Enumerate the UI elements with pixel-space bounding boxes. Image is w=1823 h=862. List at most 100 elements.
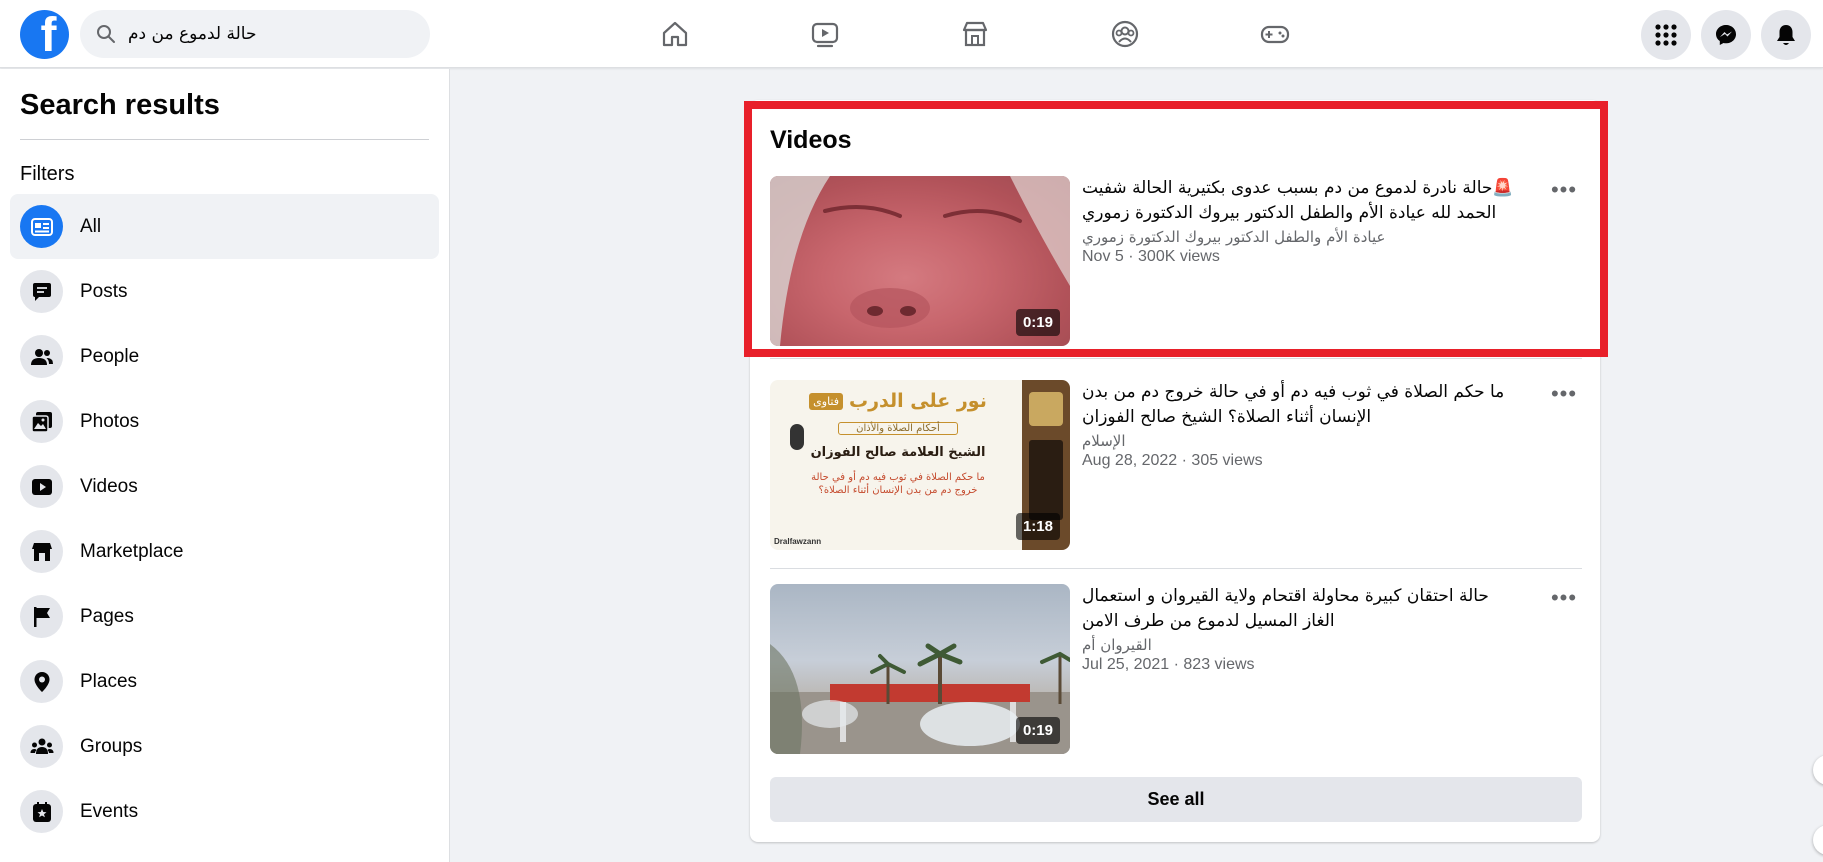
video-info: حالة احتقان كبيرة محاولة اقتحام ولاية ال… — [1082, 584, 1542, 674]
video-thumbnail[interactable]: 0:19 — [770, 584, 1070, 754]
search-icon — [97, 25, 115, 43]
video-title-line[interactable]: ما حكم الصلاة في ثوب فيه دم أو في حالة خ… — [1082, 380, 1542, 405]
filters-heading: Filters — [20, 163, 75, 185]
filter-label: Videos — [80, 475, 138, 497]
thumbnail-text-block: نور على الدرب فتاوى أحكام الصلاة والأذان… — [776, 390, 1020, 496]
events-icon — [20, 790, 63, 833]
video-result[interactable]: 0:19 🚨حالة نادرة لدموع من دم بسبب عدوى ب… — [770, 176, 1582, 346]
top-navigation-bar: f — [0, 0, 1823, 68]
menu-button[interactable] — [1641, 10, 1691, 60]
notifications-button[interactable] — [1761, 10, 1811, 60]
messenger-icon — [1716, 25, 1736, 45]
notifications-bell-icon — [1777, 25, 1795, 45]
filter-all[interactable]: All — [10, 194, 439, 259]
sidebar-divider — [20, 139, 429, 140]
gaming-icon — [1260, 25, 1290, 44]
facebook-logo-letter: f — [40, 10, 57, 60]
search-input[interactable] — [128, 24, 414, 44]
more-options-icon[interactable]: ••• — [1546, 585, 1582, 610]
filter-label: Marketplace — [80, 540, 184, 562]
filter-places[interactable]: Places — [10, 649, 439, 714]
filter-marketplace[interactable]: Marketplace — [10, 519, 439, 584]
filter-label: Places — [80, 670, 138, 692]
video-meta: Nov 5 · 300K views — [1082, 248, 1220, 265]
edge-control[interactable] — [1813, 825, 1823, 855]
thumbnail-brand: فتاوى — [809, 392, 844, 410]
more-options-icon[interactable]: ••• — [1546, 381, 1582, 406]
filter-photos[interactable]: Photos — [10, 389, 439, 454]
video-title-line[interactable]: الغاز المسيل لدموع من طرف الامن — [1082, 609, 1542, 634]
thumbnail-question: ما حكم الصلاة في ثوب فيه دم أو في حالة — [811, 472, 985, 483]
video-info: 🚨حالة نادرة لدموع من دم بسبب عدوى بكتيري… — [1082, 176, 1542, 266]
pages-flag-icon — [20, 595, 63, 638]
filter-pages[interactable]: Pages — [10, 584, 439, 649]
facebook-logo[interactable]: f — [20, 10, 69, 59]
main-nav — [600, 0, 1350, 68]
more-options-icon[interactable]: ••• — [1546, 177, 1582, 202]
filter-people[interactable]: People — [10, 324, 439, 389]
all-results-icon — [20, 205, 63, 248]
video-title-line[interactable]: 🚨حالة نادرة لدموع من دم بسبب عدوى بكتيري… — [1082, 176, 1542, 201]
video-duration: 0:19 — [1015, 717, 1060, 744]
video-duration: 0:19 — [1015, 309, 1060, 336]
videos-results-card: Videos 0:19 🚨حالة نادرة لدموع من دم بسبب… — [750, 100, 1600, 842]
marketplace-icon — [962, 21, 988, 47]
video-thumbnail[interactable]: 0:19 — [770, 176, 1070, 346]
video-channel[interactable]: القيروان أم — [1082, 636, 1542, 654]
thumbnail-handle: Dralfawzann — [774, 537, 822, 546]
video-meta: Jul 25, 2021 · 823 views — [1082, 656, 1255, 673]
video-duration: 1:18 — [1015, 513, 1060, 540]
filter-label: Events — [80, 800, 139, 822]
places-pin-icon — [20, 660, 63, 703]
groups-icon — [1111, 20, 1139, 48]
thumbnail-show-title: نور على الدرب — [849, 390, 987, 412]
thumbnail-sheikh: الشيخ العلامة صالح الفوزان — [810, 445, 986, 460]
page-title: Search results — [20, 89, 220, 121]
video-title-line[interactable]: الإنسان أثناء الصلاة؟ الشيخ صالح الفوزان — [1082, 405, 1542, 430]
video-title-line[interactable]: حالة احتقان كبيرة محاولة اقتحام ولاية ال… — [1082, 584, 1542, 609]
video-result[interactable]: 0:19 حالة احتقان كبيرة محاولة اقتحام ولا… — [770, 584, 1582, 754]
edge-control[interactable] — [1813, 755, 1823, 785]
nav-groups[interactable] — [1050, 0, 1200, 68]
filter-label: All — [80, 215, 102, 237]
thumbnail-question: خروج دم من بدن الإنسان أثناء الصلاة؟ — [818, 485, 978, 496]
nav-gaming[interactable] — [1200, 0, 1350, 68]
filter-label: Groups — [80, 735, 143, 757]
watch-icon — [811, 22, 839, 48]
nav-home[interactable] — [600, 0, 750, 68]
people-icon — [20, 335, 63, 378]
video-info: ما حكم الصلاة في ثوب فيه دم أو في حالة خ… — [1082, 380, 1542, 470]
result-divider — [770, 358, 1582, 359]
posts-icon — [20, 270, 63, 313]
search-box[interactable] — [80, 10, 430, 58]
microphone-icon — [790, 424, 804, 450]
groups-icon — [20, 725, 63, 768]
filter-label: Pages — [80, 605, 134, 627]
filter-events[interactable]: Events — [10, 779, 439, 844]
section-title: Videos — [770, 126, 852, 154]
menu-grid-icon — [1655, 24, 1677, 46]
filter-videos[interactable]: Videos — [10, 454, 439, 519]
video-title-line[interactable]: الحمد لله عيادة الأم والطفل الدكتور بيرو… — [1082, 201, 1542, 226]
nav-watch[interactable] — [750, 0, 900, 68]
home-icon — [662, 21, 688, 47]
video-channel[interactable]: عيادة الأم والطفل الدكتور بيروك الدكتورة… — [1082, 228, 1542, 246]
messenger-button[interactable] — [1701, 10, 1751, 60]
filter-groups[interactable]: Groups — [10, 714, 439, 779]
marketplace-icon — [20, 530, 63, 573]
filter-label: People — [80, 345, 140, 367]
video-channel[interactable]: الإسلام — [1082, 432, 1542, 450]
filter-label: Photos — [80, 410, 140, 432]
video-meta: Aug 28, 2022 · 305 views — [1082, 452, 1263, 469]
filter-label: Posts — [80, 280, 128, 302]
thumbnail-subtitle: أحكام الصلاة والأذان — [838, 422, 958, 435]
nav-marketplace[interactable] — [900, 0, 1050, 68]
photos-icon — [20, 400, 63, 443]
see-all-button[interactable]: See all — [770, 777, 1582, 822]
video-result[interactable]: نور على الدرب فتاوى أحكام الصلاة والأذان… — [770, 380, 1582, 550]
video-thumbnail[interactable]: نور على الدرب فتاوى أحكام الصلاة والأذان… — [770, 380, 1070, 550]
videos-icon — [20, 465, 63, 508]
account-controls — [1641, 10, 1811, 60]
result-divider — [770, 568, 1582, 569]
filter-posts[interactable]: Posts — [10, 259, 439, 324]
